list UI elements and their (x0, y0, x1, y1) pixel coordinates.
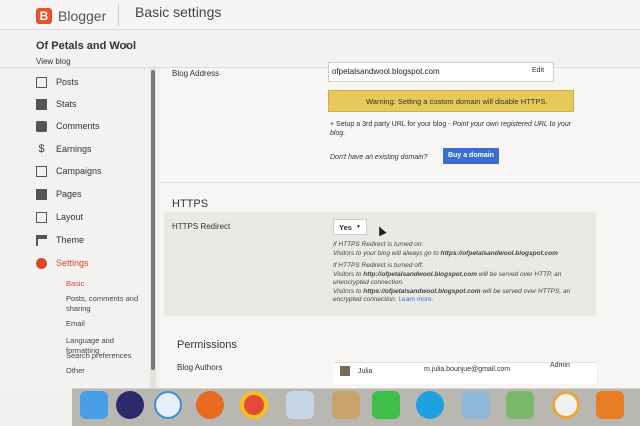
scrollbar-thumb[interactable] (151, 70, 155, 370)
sidebar-subitem-other[interactable]: Other (66, 366, 146, 376)
https-on-prefix: Visitors to your blog will always go to (333, 249, 441, 257)
page-title: Basic settings (135, 4, 222, 20)
https-off-prefix1: Visitors to (333, 270, 364, 278)
mail-icon[interactable] (286, 391, 314, 419)
https-heading: HTTPS (172, 198, 209, 210)
chevron-down-icon: ▼ (355, 224, 361, 230)
notes-icon[interactable] (332, 391, 360, 419)
https-on-description: If HTTPS Redirect is turned on: Visitors… (333, 241, 583, 258)
sidebar-subitem-email[interactable]: Email (66, 319, 146, 329)
https-redirect-label: HTTPS Redirect (172, 222, 231, 231)
warning-text: Warning: Setting a custom domain will di… (366, 97, 548, 106)
setup-link[interactable]: + Setup a 3rd party URL for your blog - (330, 121, 453, 128)
sidebar-item-label: Stats (56, 99, 77, 109)
safari-icon[interactable] (154, 391, 182, 419)
https-on-heading: If HTTPS Redirect is turned on: (333, 241, 424, 248)
sidebar-item-label: Posts (56, 77, 79, 87)
chrome-icon[interactable] (240, 391, 268, 419)
sidebar-item-label: Theme (56, 235, 85, 245)
layout-icon (36, 211, 47, 223)
sidebar-subitem-posts-comments[interactable]: Posts, comments and sharing (66, 294, 146, 314)
permissions-heading: Permissions (177, 339, 237, 351)
sidebar-item-label: Pages (56, 189, 82, 199)
maps-icon[interactable] (506, 391, 534, 419)
top-bar: B Blogger Basic settings (0, 0, 640, 30)
facetime-icon[interactable] (372, 391, 400, 419)
sidebar-item-label: Layout (56, 212, 84, 222)
https-off-description: If HTTPS Redirect is turned off: Visitor… (333, 262, 583, 305)
books-icon[interactable] (596, 391, 624, 419)
sidebar-item-posts[interactable]: Posts (36, 74, 79, 90)
avatar (340, 366, 350, 376)
pages-icon (36, 188, 47, 200)
learn-more-link[interactable]: Learn more. (398, 296, 433, 303)
https-redirect-value: Yes (339, 222, 352, 232)
paint-roller-icon (36, 234, 47, 246)
https-redirect-select[interactable]: Yes ▼ (333, 219, 367, 235)
sidebar-item-label: Comments (56, 121, 100, 131)
sidebar-item-label: Settings (56, 258, 89, 268)
sidebar-item-label: Campaigns (56, 166, 102, 176)
header-divider (118, 4, 119, 26)
blog-address-value: ofpetalsandwool.blogspot.com (332, 67, 440, 76)
sidebar-item-stats[interactable]: Stats (36, 96, 77, 112)
sidebar-subitem-basic[interactable]: Basic (66, 279, 146, 289)
comments-icon (36, 120, 47, 132)
no-domain-text: Don't have an existing domain? (330, 153, 427, 162)
no-domain-italic: Don't have an existing domain? (330, 154, 428, 161)
sidebar-item-theme[interactable]: Theme (36, 232, 84, 248)
campaigns-icon (36, 165, 47, 177)
https-off-heading: If HTTPS Redirect is turned off: (333, 262, 424, 269)
firefox-icon[interactable] (196, 391, 224, 419)
chevron-down-icon[interactable]: ▼ (122, 41, 130, 50)
dollar-icon: $ (38, 142, 45, 155)
preview-icon[interactable] (462, 391, 490, 419)
blog-authors-label: Blog Authors (177, 363, 223, 372)
https-off-url1: http://ofpetalsandwool.blogspot.com (363, 270, 477, 278)
gear-icon (36, 257, 47, 269)
sidebar-item-settings[interactable]: Settings (36, 255, 89, 271)
sidebar-subitem-search[interactable]: Search preferences (66, 351, 146, 361)
blogger-logo-icon[interactable]: B (36, 8, 52, 24)
edit-address-link[interactable]: Edit (532, 67, 544, 74)
view-blog-link[interactable]: View blog (36, 57, 71, 66)
posts-icon (36, 76, 47, 88)
skype-icon[interactable] (416, 391, 444, 419)
sidebar-item-pages[interactable]: Pages (36, 186, 82, 202)
screen: B Blogger Basic settings Of Petals and W… (0, 0, 640, 426)
finder-icon[interactable] (80, 391, 108, 419)
stats-icon (36, 98, 47, 110)
buy-domain-button[interactable]: Buy a domain (443, 148, 499, 164)
setup-third-party-text: + Setup a 3rd party URL for your blog - … (330, 120, 580, 138)
app-name[interactable]: Blogger (58, 8, 106, 24)
sidebar-item-earnings[interactable]: $ Earnings (36, 141, 92, 157)
sidebar-item-layout[interactable]: Layout (36, 209, 83, 225)
section-divider (160, 182, 640, 183)
siri-icon[interactable] (116, 391, 144, 419)
https-off-prefix2: Visitors to (333, 287, 364, 295)
sidebar-item-campaigns[interactable]: Campaigns (36, 163, 102, 179)
author-role[interactable]: Admin (550, 361, 570, 370)
https-off-url2: https://ofpetalsandwool.blogspot.com (363, 287, 481, 295)
author-email: m.julia.bounjue@gmail.com (424, 366, 511, 373)
https-on-url: https://ofpetalsandwool.blogspot.com (440, 249, 558, 257)
photos-icon[interactable] (552, 391, 580, 419)
author-name: Julia (358, 368, 373, 375)
sidebar-item-label: Earnings (56, 144, 92, 154)
sidebar-item-comments[interactable]: Comments (36, 118, 100, 134)
blog-address-label: Blog Address (172, 69, 220, 78)
